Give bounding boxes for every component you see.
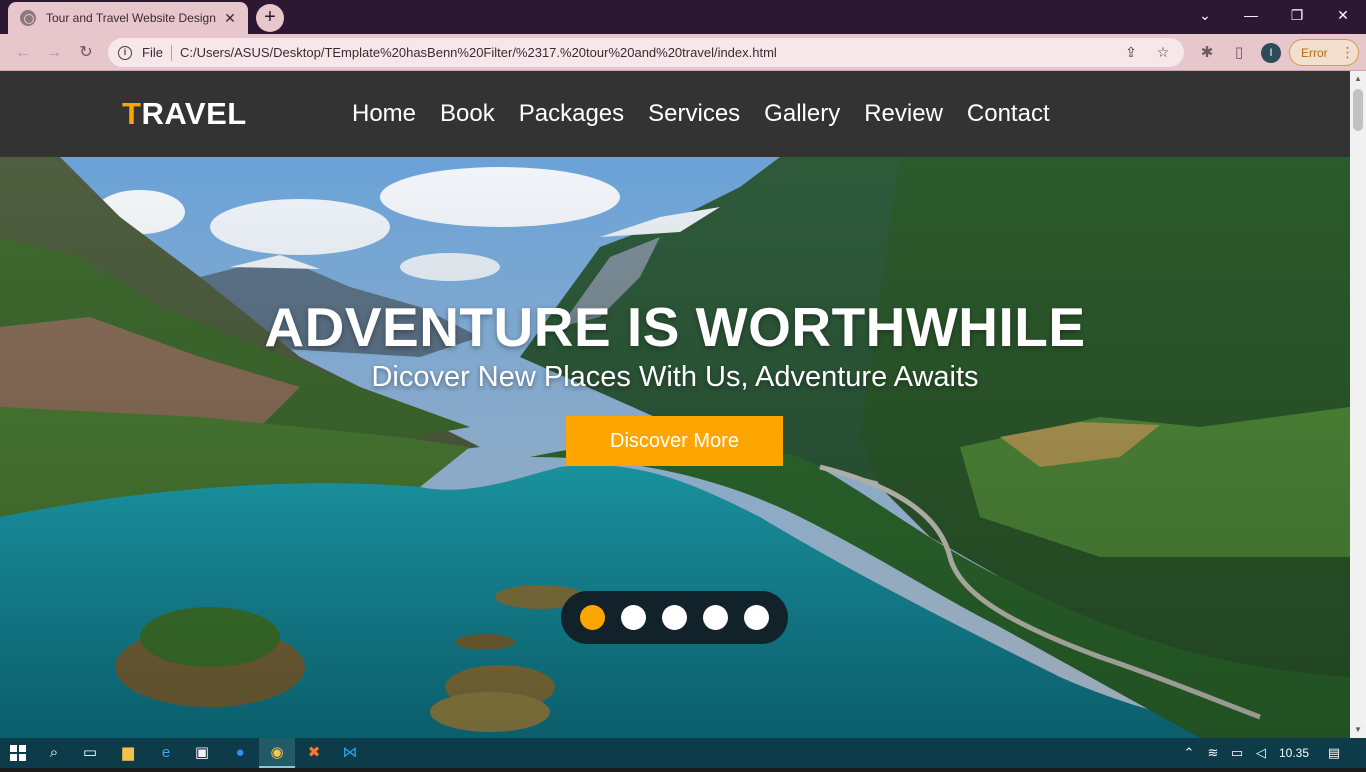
logo-text: RAVEL (141, 96, 247, 131)
logo-accent-letter: T (122, 96, 142, 131)
reload-button[interactable]: ↻ (75, 42, 97, 64)
browser-toolbar: ← → ↻ i File C:/Users/ASUS/Desktop/TEmpl… (0, 34, 1366, 71)
new-tab-button[interactable]: + (256, 4, 284, 32)
notifications-icon[interactable]: ▤ (1320, 738, 1348, 768)
tab-close-icon[interactable]: ✕ (222, 10, 238, 27)
slider-dot-5[interactable] (744, 605, 769, 630)
tray-overflow-icon[interactable]: ⌃ (1178, 738, 1200, 768)
forward-button[interactable]: → (43, 42, 65, 64)
share-icon[interactable]: ⇪ (1120, 44, 1142, 61)
slider-dot-1[interactable] (580, 605, 605, 630)
task-view-icon[interactable]: ▭ (72, 738, 108, 768)
battery-icon[interactable]: ▭ (1226, 738, 1248, 768)
extensions-icon[interactable]: ✱ (1197, 43, 1217, 63)
wifi-icon[interactable]: ≋ (1202, 738, 1224, 768)
error-label: Error (1301, 45, 1328, 60)
hero-subtitle: Dicover New Places With Us, Adventure Aw… (371, 361, 979, 393)
menu-dots-icon[interactable]: ⋮ (1341, 44, 1355, 61)
scroll-up-icon[interactable]: ▲ (1350, 71, 1366, 87)
profile-avatar[interactable]: I (1261, 43, 1281, 63)
chrome-icon[interactable]: ◉ (259, 738, 295, 768)
tab-search-dropdown-icon[interactable]: ⌄ (1182, 0, 1228, 30)
slider-dot-3[interactable] (662, 605, 687, 630)
discover-more-button[interactable]: Discover More (566, 416, 783, 466)
scroll-thumb[interactable] (1353, 89, 1363, 131)
vscode-icon[interactable]: ⋈ (332, 738, 368, 768)
windows-taskbar: ⌕ ▭ ▆ e ▣ ● ◉ ✖ ⋈ ⌃ ≋ ▭ ◁ 10.35 ▤ (0, 738, 1366, 768)
tab-title: Tour and Travel Website Design (46, 11, 216, 25)
address-bar[interactable]: i File C:/Users/ASUS/Desktop/TEmplate%20… (108, 38, 1184, 67)
browser-tab[interactable]: Tour and Travel Website Design ✕ (8, 2, 248, 34)
nav-contact[interactable]: Contact (967, 100, 1050, 128)
main-nav: Home Book Packages Services Gallery Revi… (352, 100, 1050, 128)
xampp-icon[interactable]: ✖ (296, 738, 332, 768)
nav-gallery[interactable]: Gallery (764, 100, 840, 128)
nav-services[interactable]: Services (648, 100, 740, 128)
browser-tab-strip: Tour and Travel Website Design ✕ + ⌄ — ❐… (0, 0, 1366, 34)
volume-icon[interactable]: ◁ (1250, 738, 1272, 768)
nav-book[interactable]: Book (440, 100, 495, 128)
side-panel-icon[interactable]: ▯ (1229, 43, 1249, 63)
slider-dot-2[interactable] (621, 605, 646, 630)
edge-icon[interactable]: e (148, 738, 184, 768)
file-explorer-icon[interactable]: ▆ (110, 738, 146, 768)
clock[interactable]: 10.35 (1274, 738, 1314, 768)
error-button[interactable]: Error ⋮ (1289, 39, 1359, 66)
site-info-icon[interactable]: i (118, 45, 132, 60)
site-logo[interactable]: TRAVEL (122, 96, 247, 132)
hero-title: ADVENTURE IS WORTHWHILE (264, 296, 1086, 358)
scroll-down-icon[interactable]: ▼ (1350, 722, 1366, 738)
url-text[interactable]: C:/Users/ASUS/Desktop/TEmplate%20hasBenn… (180, 45, 1120, 60)
favicon-icon (20, 10, 36, 26)
hero-section: ADVENTURE IS WORTHWHILE Dicover New Plac… (0, 157, 1350, 738)
url-scheme-label: File (142, 45, 163, 60)
store-icon[interactable]: ▣ (184, 738, 220, 768)
nav-home[interactable]: Home (352, 100, 416, 128)
nav-review[interactable]: Review (864, 100, 943, 128)
slider-dot-4[interactable] (703, 605, 728, 630)
nav-packages[interactable]: Packages (519, 100, 624, 128)
bookmark-star-icon[interactable]: ☆ (1152, 44, 1174, 61)
page-viewport: TRAVEL Home Book Packages Services Galle… (0, 71, 1350, 738)
search-icon[interactable]: ⌕ (36, 738, 72, 768)
slider-controls (561, 591, 788, 644)
back-button[interactable]: ← (12, 42, 34, 64)
windows-start-icon[interactable] (0, 738, 36, 768)
close-window-button[interactable]: ✕ (1320, 0, 1366, 30)
page-scrollbar[interactable]: ▲ ▼ (1350, 71, 1366, 738)
site-header: TRAVEL Home Book Packages Services Galle… (0, 71, 1350, 157)
address-divider (170, 44, 172, 61)
restore-button[interactable]: ❐ (1274, 0, 1320, 30)
minimize-button[interactable]: — (1228, 0, 1274, 30)
zoom-icon[interactable]: ● (222, 738, 258, 768)
